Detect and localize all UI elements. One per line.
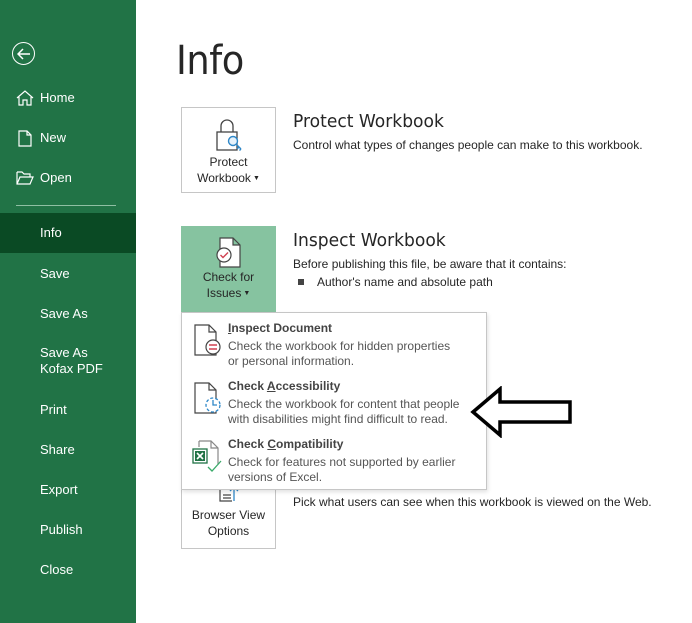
browser-view-description: Pick what users can see when this workbo… bbox=[293, 495, 652, 509]
backstage-sidebar: Home New Open Info Save Save As Save As … bbox=[0, 0, 136, 623]
sidebar-item-label: Close bbox=[40, 562, 74, 577]
sidebar-item-label: Open bbox=[40, 170, 72, 185]
sidebar-item-share[interactable]: Share bbox=[0, 441, 136, 459]
back-button[interactable] bbox=[12, 42, 35, 65]
check-for-issues-menu: Inspect Document Check the workbook for … bbox=[181, 312, 487, 490]
sidebar-item-publish[interactable]: Publish bbox=[0, 521, 136, 539]
inspect-workbook-description: Before publishing this file, be aware th… bbox=[293, 257, 567, 271]
menu-item-inspect-document[interactable]: Inspect Document Check the workbook for … bbox=[182, 315, 486, 373]
protect-workbook-button[interactable]: Protect Workbook ▼ bbox=[181, 107, 276, 193]
sidebar-item-label: Home bbox=[40, 90, 75, 105]
sidebar-divider bbox=[16, 205, 116, 206]
sidebar-item-label: New bbox=[40, 130, 67, 145]
sidebar-item-info[interactable]: Info bbox=[0, 213, 136, 253]
menu-item-title: Check Accessibility bbox=[228, 379, 341, 393]
sidebar-item-open[interactable]: Open bbox=[0, 169, 136, 187]
menu-item-check-compatibility[interactable]: Check Compatibility Check for features n… bbox=[182, 431, 486, 489]
inspect-document-icon bbox=[194, 324, 221, 356]
sidebar-item-save-as[interactable]: Save As bbox=[0, 305, 136, 323]
sidebar-item-label: Publish bbox=[40, 522, 83, 537]
left-arrow-annotation-icon bbox=[470, 386, 572, 438]
dropdown-caret-icon: ▼ bbox=[252, 174, 260, 182]
lock-key-icon bbox=[215, 119, 241, 151]
menu-item-description: Check the workbook for hidden properties… bbox=[228, 339, 451, 368]
new-document-icon bbox=[15, 129, 35, 147]
document-check-icon bbox=[215, 237, 241, 268]
protect-workbook-title: Protect Workbook bbox=[293, 111, 444, 132]
protect-workbook-description: Control what types of changes people can… bbox=[293, 138, 643, 152]
sidebar-item-new[interactable]: New bbox=[0, 129, 136, 147]
check-for-issues-button[interactable]: Check for Issues ▼ bbox=[181, 226, 276, 312]
sidebar-item-label: Save As bbox=[40, 306, 88, 321]
accessibility-checker-icon bbox=[194, 382, 221, 414]
browser-view-options-label: Browser View Options bbox=[191, 508, 266, 538]
inspect-workbook-title: Inspect Workbook bbox=[293, 230, 446, 251]
sidebar-item-save-as-kofax-pdf[interactable]: Save As Kofax PDF bbox=[0, 345, 136, 377]
sidebar-item-label: Print bbox=[40, 402, 67, 417]
menu-item-title: Inspect Document bbox=[228, 321, 333, 335]
sidebar-item-label: Info bbox=[40, 225, 62, 240]
sidebar-item-save[interactable]: Save bbox=[0, 265, 136, 283]
bullet-square-icon bbox=[298, 279, 304, 285]
menu-item-description: Check the workbook for content that peop… bbox=[228, 397, 460, 426]
sidebar-item-label: Share bbox=[40, 442, 75, 457]
dropdown-caret-icon: ▼ bbox=[243, 289, 251, 297]
menu-item-description: Check for features not supported by earl… bbox=[228, 455, 456, 484]
sidebar-item-close[interactable]: Close bbox=[0, 561, 136, 579]
protect-workbook-label: Protect Workbook ▼ bbox=[197, 155, 260, 185]
back-arrow-icon bbox=[16, 47, 30, 60]
sidebar-item-print[interactable]: Print bbox=[0, 401, 136, 419]
menu-item-title: Check Compatibility bbox=[228, 437, 344, 451]
inspect-bullet-item: Author's name and absolute path bbox=[298, 275, 493, 289]
menu-item-check-accessibility[interactable]: Check Accessibility Check the workbook f… bbox=[182, 373, 486, 431]
check-for-issues-label: Check for Issues ▼ bbox=[202, 270, 255, 300]
sidebar-item-label: Save As Kofax PDF bbox=[40, 345, 103, 376]
sidebar-item-export[interactable]: Export bbox=[0, 481, 136, 499]
sidebar-item-home[interactable]: Home bbox=[0, 89, 136, 107]
sidebar-item-label: Export bbox=[40, 482, 78, 497]
sidebar-item-label: Save bbox=[40, 266, 70, 281]
home-icon bbox=[15, 89, 35, 107]
page-title: Info bbox=[176, 38, 244, 84]
folder-open-icon bbox=[15, 169, 35, 187]
excel-compatibility-icon bbox=[192, 440, 222, 472]
